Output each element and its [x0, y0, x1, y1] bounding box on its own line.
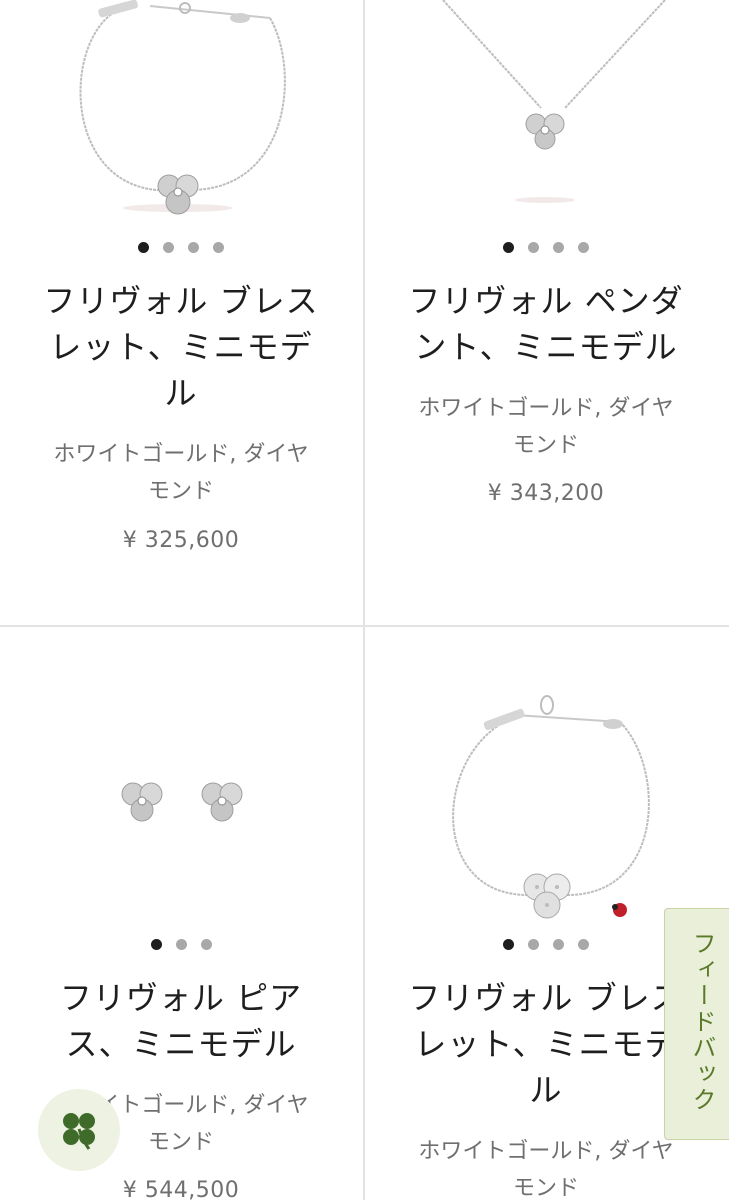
carousel-dot[interactable] [528, 939, 539, 950]
product-material-line: ホワイトゴールド, ダイヤ [53, 442, 309, 467]
carousel-dots [365, 242, 727, 253]
product-material-line: ホワイトゴールド, ダイヤ [418, 1139, 674, 1164]
product-material: ホワイトゴールド, ダイヤ モンド [395, 1133, 697, 1200]
diamond-bracelet-icon[interactable] [365, 627, 727, 927]
carousel-dot[interactable] [553, 939, 564, 950]
product-material-line: ホワイトゴールド, ダイヤ [418, 396, 674, 421]
carousel-dots [0, 242, 362, 253]
clover-icon [63, 1113, 95, 1150]
product-title[interactable]: フリヴォル ピア ス、ミニモデル [20, 975, 342, 1067]
carousel-dot[interactable] [138, 242, 149, 253]
earrings-icon[interactable] [0, 627, 362, 927]
product-title-line: ス、ミニモデル [65, 1025, 297, 1063]
product-title-line: ル [164, 374, 198, 412]
product-material: ホワイトゴールド, ダイヤ モンド [30, 436, 332, 510]
carousel-dot[interactable] [503, 939, 514, 950]
product-material-line: モンド [512, 1176, 579, 1200]
carousel-dot[interactable] [188, 242, 199, 253]
product-title[interactable]: フリヴォル ペンダ ント、ミニモデル [385, 278, 707, 370]
product-title-line: レット、ミニモデ [49, 328, 313, 366]
product-grid: フリヴォル ブレス レット、ミニモデ ル ホワイトゴールド, ダイヤ モンド ¥… [0, 0, 729, 1200]
carousel-dot[interactable] [528, 242, 539, 253]
carousel-dot[interactable] [503, 242, 514, 253]
product-title-line: ント、ミニモデル [414, 328, 678, 366]
feedback-tab[interactable]: フィードバック [664, 908, 729, 1140]
product-material-line: モンド [512, 433, 579, 458]
bracelet-icon[interactable] [0, 0, 362, 230]
product-title-line: フリヴォル ブレス [43, 282, 319, 320]
carousel-dot[interactable] [578, 242, 589, 253]
product-price: ¥ 544,500 [122, 1178, 240, 1200]
product-title[interactable]: フリヴォル ブレス レット、ミニモデ ル [20, 278, 342, 416]
pendant-icon[interactable] [365, 0, 727, 230]
carousel-dot[interactable] [213, 242, 224, 253]
product-price: ¥ 343,200 [487, 481, 605, 506]
carousel-dot[interactable] [163, 242, 174, 253]
product-title[interactable]: フリヴォル ブレス レット、ミニモデ ル [385, 975, 707, 1113]
product-card-pendant[interactable]: フリヴォル ペンダ ント、ミニモデル ホワイトゴールド, ダイヤ モンド ¥ 3… [365, 0, 727, 625]
clover-button[interactable] [38, 1089, 120, 1171]
product-title-line: ル [529, 1071, 563, 1109]
product-title-line: フリヴォル ピア [59, 979, 303, 1017]
product-title-line: フリヴォル ペンダ [408, 282, 684, 320]
product-title-line: レット、ミニモデ [414, 1025, 678, 1063]
carousel-dot[interactable] [553, 242, 564, 253]
product-material: ホワイトゴールド, ダイヤ モンド [395, 390, 697, 464]
carousel-dot[interactable] [150, 939, 162, 950]
feedback-tab-label: フィードバック [688, 931, 716, 1113]
carousel-dot[interactable] [200, 939, 212, 950]
carousel-dots [0, 939, 362, 950]
product-price: ¥ 325,600 [122, 528, 240, 553]
carousel-dot[interactable] [578, 939, 589, 950]
carousel-dot[interactable] [175, 939, 187, 950]
product-title-line: フリヴォル ブレス [408, 979, 684, 1017]
product-card-bracelet[interactable]: フリヴォル ブレス レット、ミニモデ ル ホワイトゴールド, ダイヤ モンド ¥… [0, 0, 362, 625]
product-material-line: モンド [147, 479, 214, 504]
